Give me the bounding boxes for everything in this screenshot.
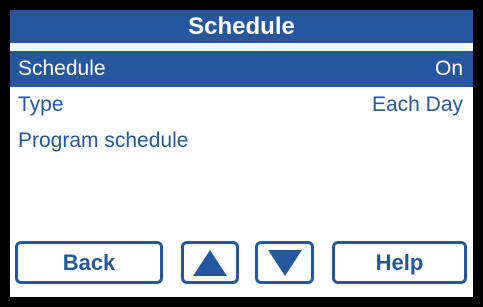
display-screen: Schedule Schedule On Type Each Day Progr… — [10, 10, 473, 297]
back-button[interactable]: Back — [15, 241, 163, 284]
back-button-label: Back — [62, 249, 116, 275]
menu-item-value: On — [434, 57, 463, 80]
down-arrow-icon — [267, 249, 302, 276]
menu-item-value: Each Day — [371, 93, 463, 116]
menu-item-program-schedule[interactable]: Program schedule — [10, 123, 473, 159]
page-title: Schedule — [10, 10, 473, 43]
menu-item-label: Type — [18, 93, 64, 116]
menu-item-label: Program schedule — [18, 129, 189, 152]
down-button[interactable] — [255, 241, 314, 284]
menu-item-schedule[interactable]: Schedule On — [10, 51, 473, 87]
help-button[interactable]: Help — [332, 241, 467, 284]
up-arrow-icon — [193, 249, 227, 276]
help-button-label: Help — [375, 249, 424, 275]
up-button[interactable] — [181, 241, 239, 284]
menu-item-label: Schedule — [18, 57, 106, 80]
menu-item-type[interactable]: Type Each Day — [10, 87, 473, 123]
